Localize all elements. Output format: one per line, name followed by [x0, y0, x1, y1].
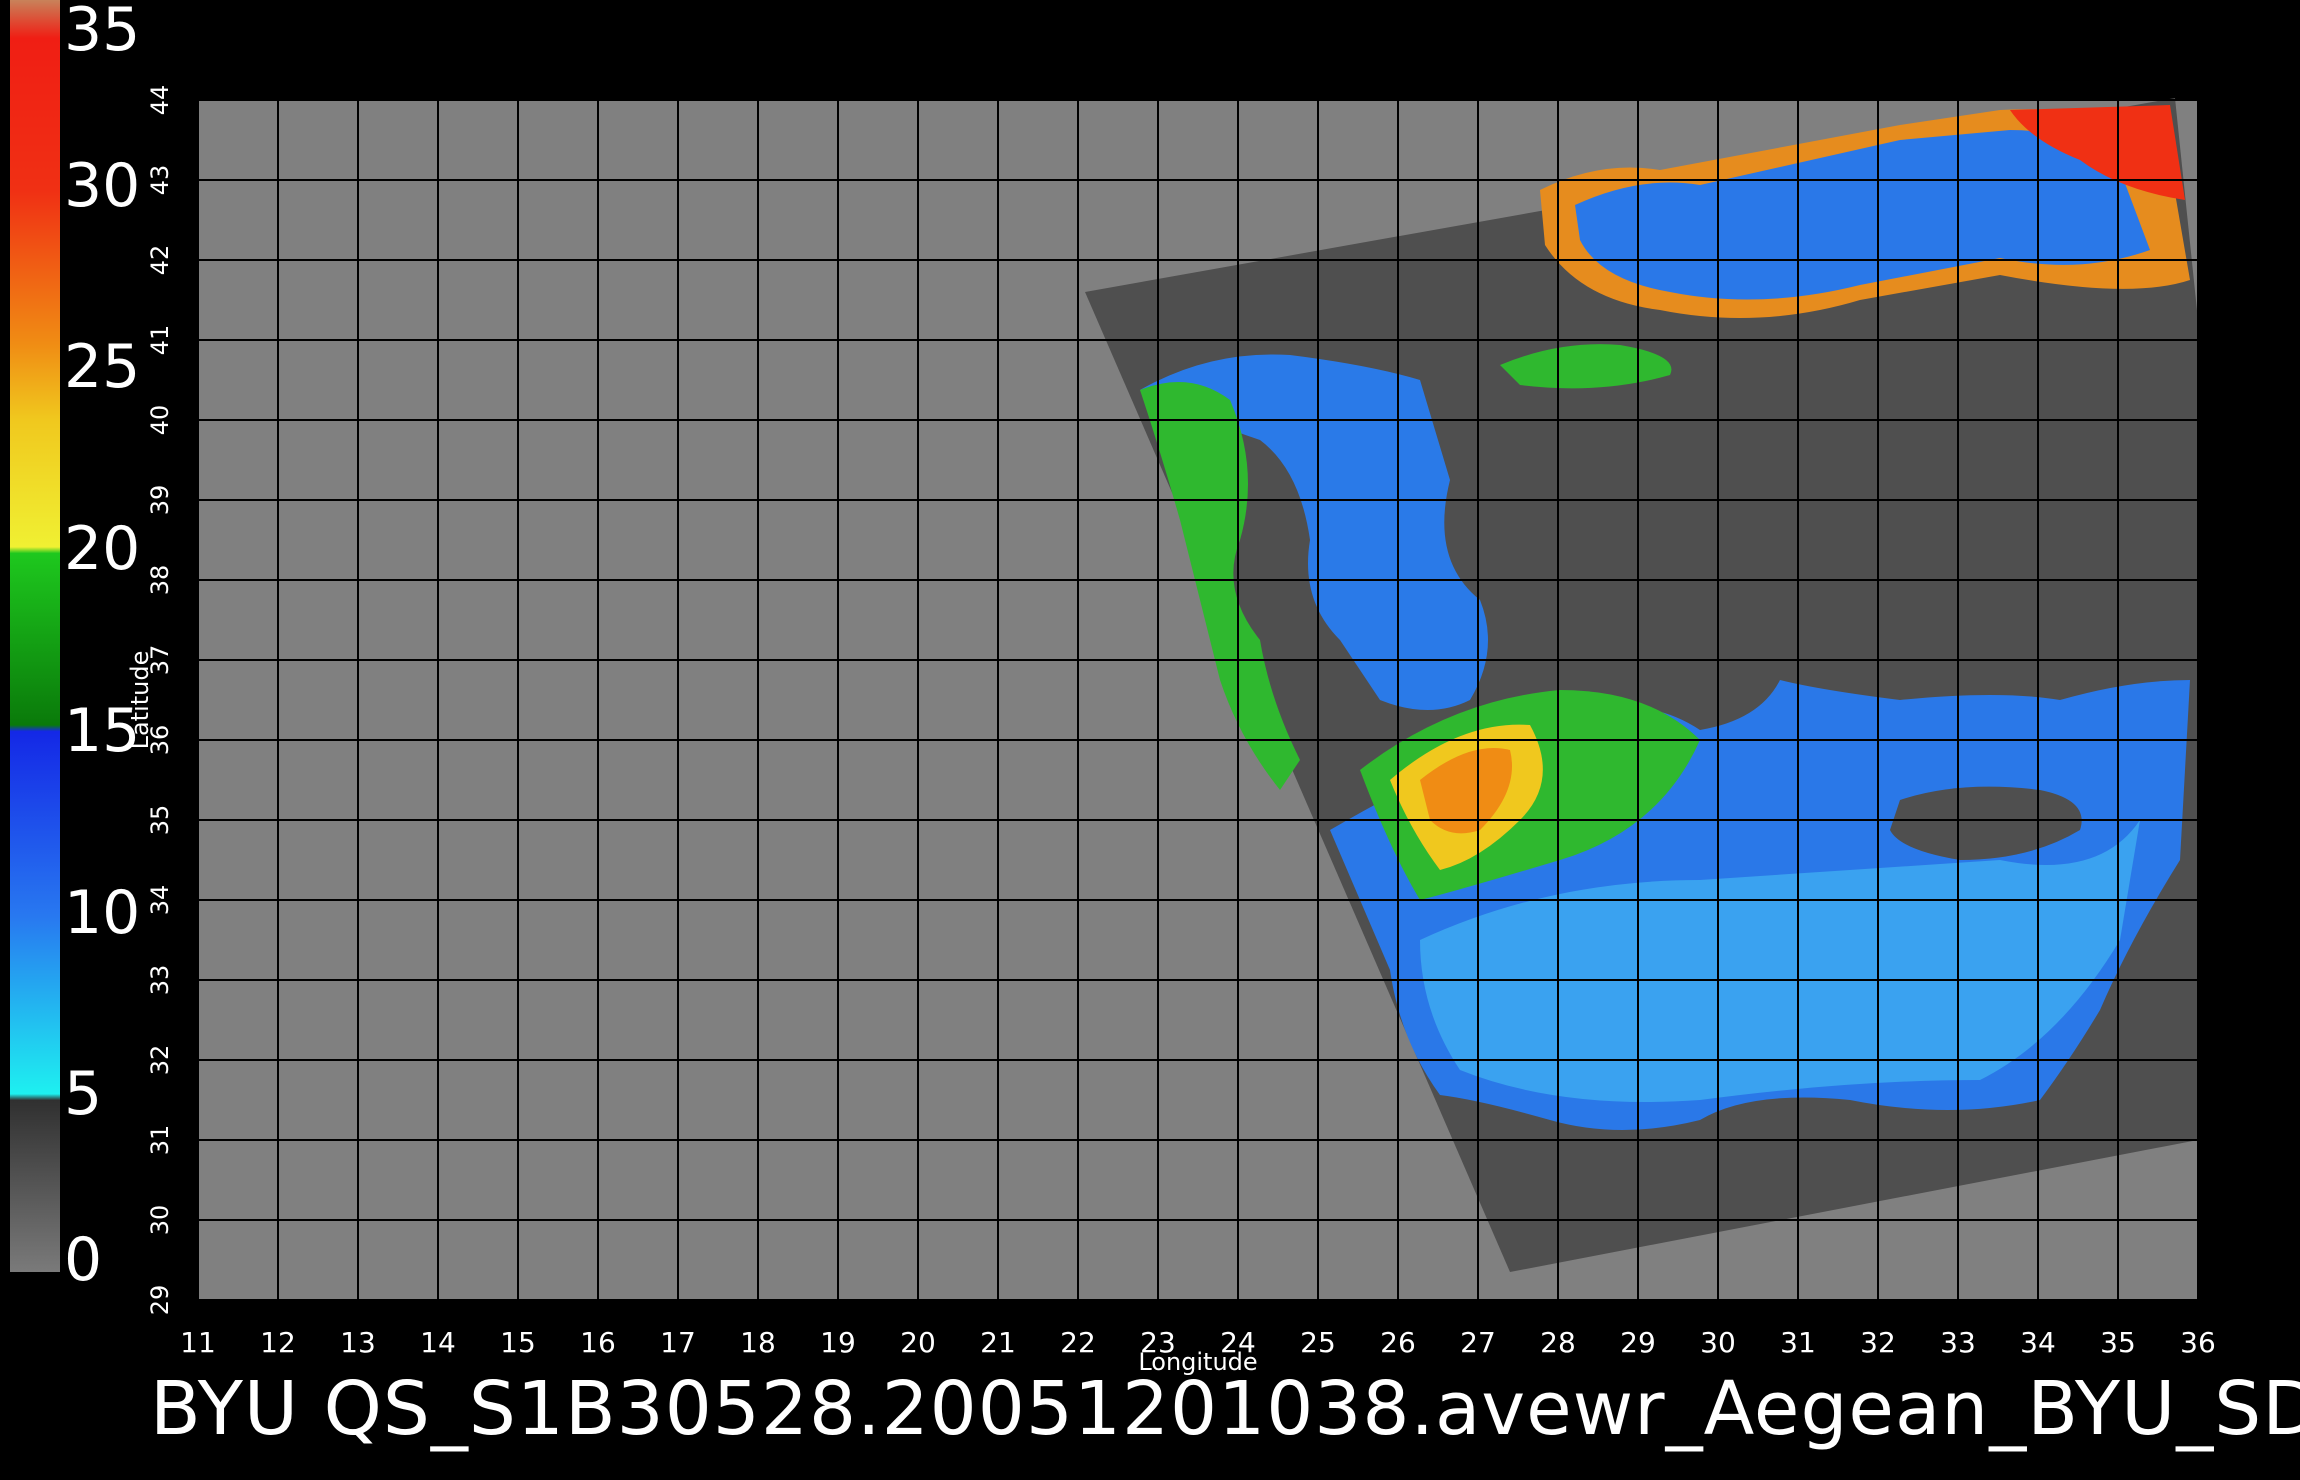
lat-tick-label: 40	[146, 405, 174, 436]
lon-tick-label: 17	[660, 1326, 696, 1359]
lon-tick-label: 32	[1860, 1326, 1896, 1359]
lon-tick-label: 16	[580, 1326, 616, 1359]
colorbar-label: 10	[64, 877, 141, 948]
lon-tick-label: 35	[2100, 1326, 2136, 1359]
lon-tick-label: 19	[820, 1326, 856, 1359]
lon-tick-label: 36	[2180, 1326, 2216, 1359]
lon-tick-label: 34	[2020, 1326, 2056, 1359]
lat-tick-label: 43	[146, 165, 174, 196]
lat-tick-label: 31	[146, 1125, 174, 1156]
lon-tick-label: 30	[1700, 1326, 1736, 1359]
colorbar-label: 30	[64, 150, 141, 221]
colorbar	[10, 0, 60, 1272]
lon-tick-label: 33	[1940, 1326, 1976, 1359]
lon-tick-label: 12	[260, 1326, 296, 1359]
lat-tick-label: 38	[146, 565, 174, 596]
colorbar-label: 0	[64, 1225, 103, 1295]
colorbar-label: 25	[64, 332, 141, 403]
lon-tick-label: 20	[900, 1326, 936, 1359]
lon-tick-label: 11	[180, 1326, 216, 1359]
lon-tick-label: 21	[980, 1326, 1016, 1359]
lon-tick-label: 26	[1380, 1326, 1416, 1359]
lon-tick-label: 18	[740, 1326, 776, 1359]
lon-tick-label: 29	[1620, 1326, 1656, 1359]
lat-tick-label: 35	[146, 805, 174, 836]
lon-tick-label: 13	[340, 1326, 376, 1359]
lon-tick-label: 27	[1460, 1326, 1496, 1359]
lat-tick-label: 39	[146, 485, 174, 516]
lon-tick-label: 15	[500, 1326, 536, 1359]
lon-tick-label: 31	[1780, 1326, 1816, 1359]
map-canvas: 11 12 13 14 15 16 17 18 19 20 21 22 23 24 25 26 27 28 29 30…	[10, 0, 2228, 1376]
lon-tick-label: 28	[1540, 1326, 1576, 1359]
lon-tick-label: 25	[1300, 1326, 1336, 1359]
colorbar-label: 20	[64, 514, 141, 585]
lat-tick-label: 33	[146, 965, 174, 996]
lat-tick-label: 34	[146, 885, 174, 916]
colorbar-label: 5	[64, 1059, 103, 1130]
colorbar-label: 35	[64, 0, 141, 65]
lat-tick-label: 42	[146, 245, 174, 276]
lat-tick-label: 32	[146, 1045, 174, 1076]
colorbar-label: 15	[64, 695, 141, 766]
lon-tick-label: 22	[1060, 1326, 1096, 1359]
lat-tick-label: 30	[146, 1205, 174, 1236]
lat-tick-label: 44	[146, 85, 174, 116]
footer-title: BYU QS_S1B30528.20051201038.avewr_Aegean…	[150, 1366, 2300, 1452]
lat-tick-label: 41	[146, 325, 174, 356]
lat-tick-label: 29	[146, 1285, 174, 1316]
lon-tick-label: 14	[420, 1326, 456, 1359]
